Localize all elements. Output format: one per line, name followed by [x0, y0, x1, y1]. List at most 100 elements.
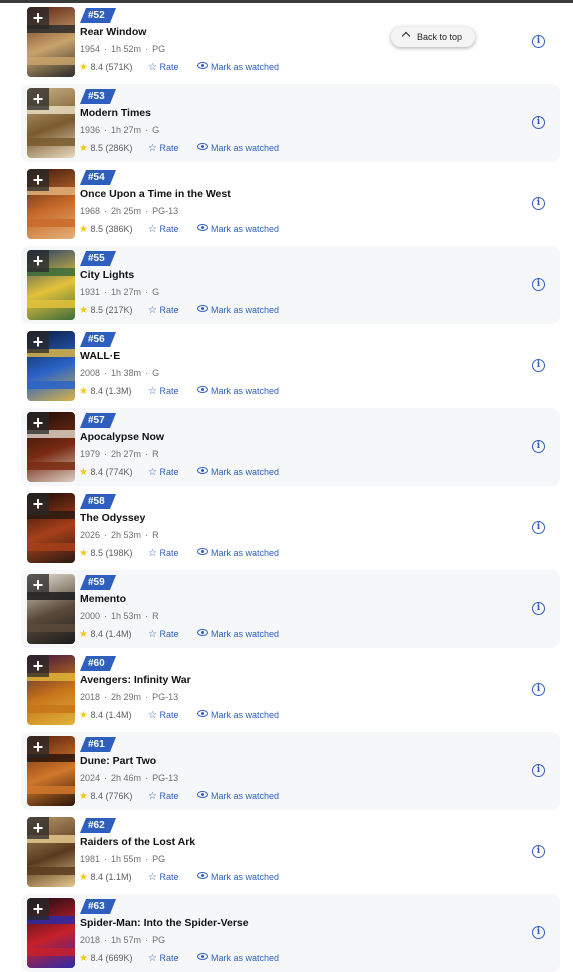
- movie-poster[interactable]: +: [27, 655, 75, 725]
- list-item[interactable]: + #59 Memento 2000 · 1h 53m · R ★ 8.4 (1.4M) ☆ Ra…: [21, 570, 560, 648]
- rate-button[interactable]: ☆ Rate: [148, 143, 179, 154]
- add-to-watchlist-icon[interactable]: +: [27, 169, 49, 191]
- movie-poster[interactable]: +: [27, 412, 75, 482]
- movie-title[interactable]: Once Upon a Time in the West: [80, 188, 231, 200]
- mark-as-watched-button[interactable]: Mark as watched: [197, 872, 279, 882]
- movie-title[interactable]: Avengers: Infinity War: [80, 674, 191, 686]
- info-icon[interactable]: i: [532, 521, 545, 534]
- rate-button[interactable]: ☆ Rate: [148, 629, 179, 640]
- rate-button[interactable]: ☆ Rate: [148, 386, 179, 397]
- rank-badge: #60: [80, 656, 116, 671]
- rate-button[interactable]: ☆ Rate: [148, 467, 179, 478]
- movie-poster[interactable]: +: [27, 7, 75, 77]
- info-icon[interactable]: i: [532, 683, 545, 696]
- separator: ·: [145, 368, 149, 378]
- movie-poster[interactable]: +: [27, 898, 75, 968]
- rate-button[interactable]: ☆ Rate: [148, 224, 179, 235]
- movie-title[interactable]: Spider-Man: Into the Spider-Verse: [80, 917, 249, 929]
- mark-as-watched-button[interactable]: Mark as watched: [197, 224, 279, 234]
- mark-as-watched-button[interactable]: Mark as watched: [197, 467, 279, 477]
- rate-button[interactable]: ☆ Rate: [148, 710, 179, 721]
- movie-title[interactable]: Apocalypse Now: [80, 431, 164, 443]
- add-to-watchlist-icon[interactable]: +: [27, 493, 49, 515]
- list-item[interactable]: + #52 Rear Window 1954 · 1h 52m · PG ★ 8.4 (571K…: [21, 3, 560, 81]
- list-item[interactable]: + #58 The Odyssey 2026 · 2h 53m · R ★ 8.5 (198K)…: [21, 489, 560, 567]
- add-to-watchlist-icon[interactable]: +: [27, 736, 49, 758]
- movie-title[interactable]: Raiders of the Lost Ark: [80, 836, 195, 848]
- mark-as-watched-button[interactable]: Mark as watched: [197, 143, 279, 153]
- movie-certificate: PG-13: [152, 692, 179, 702]
- movie-title[interactable]: Memento: [80, 593, 126, 605]
- rate-button[interactable]: ☆ Rate: [148, 62, 179, 73]
- mark-as-watched-button[interactable]: Mark as watched: [197, 305, 279, 315]
- info-icon[interactable]: i: [532, 926, 545, 939]
- rate-button[interactable]: ☆ Rate: [148, 548, 179, 559]
- list-item[interactable]: + #55 City Lights 1931 · 1h 27m · G ★ 8.5 (217K)…: [21, 246, 560, 324]
- separator: ·: [104, 449, 108, 459]
- add-to-watchlist-icon[interactable]: +: [27, 88, 49, 110]
- add-to-watchlist-icon[interactable]: +: [27, 412, 49, 434]
- star-icon: ★: [79, 710, 88, 721]
- add-to-watchlist-icon[interactable]: +: [27, 331, 49, 353]
- info-icon[interactable]: i: [532, 602, 545, 615]
- movie-poster[interactable]: +: [27, 331, 75, 401]
- info-icon[interactable]: i: [532, 359, 545, 372]
- movie-meta: 1954 · 1h 52m · PG: [80, 44, 165, 54]
- movie-poster[interactable]: +: [27, 574, 75, 644]
- rank-badge: #58: [80, 494, 116, 509]
- list-item[interactable]: + #57 Apocalypse Now 1979 · 2h 27m · R ★ 8.4 (77…: [21, 408, 560, 486]
- mark-as-watched-button[interactable]: Mark as watched: [197, 791, 279, 801]
- rate-button[interactable]: ☆ Rate: [148, 872, 179, 883]
- movie-certificate: G: [152, 125, 160, 135]
- list-item[interactable]: + #61 Dune: Part Two 2024 · 2h 46m · PG-13 ★ 8.4…: [21, 732, 560, 810]
- add-to-watchlist-icon[interactable]: +: [27, 817, 49, 839]
- separator: ·: [104, 854, 108, 864]
- list-item[interactable]: + #56 WALL·E 2008 · 1h 38m · G ★ 8.4 (1.3M) ☆ Rat…: [21, 327, 560, 405]
- movie-poster[interactable]: +: [27, 250, 75, 320]
- rate-button[interactable]: ☆ Rate: [148, 791, 179, 802]
- info-icon[interactable]: i: [532, 845, 545, 858]
- movie-year: 2026: [80, 530, 101, 540]
- movie-poster[interactable]: +: [27, 169, 75, 239]
- list-item[interactable]: + #53 Modern Times 1936 · 1h 27m · G ★ 8.5 (286K…: [21, 84, 560, 162]
- info-icon[interactable]: i: [532, 116, 545, 129]
- back-to-top-button[interactable]: Back to top: [391, 27, 475, 47]
- info-icon[interactable]: i: [532, 440, 545, 453]
- movie-title[interactable]: WALL·E: [80, 350, 120, 362]
- rate-button[interactable]: ☆ Rate: [148, 305, 179, 316]
- movie-actions: ★ 8.4 (774K) ☆ Rate Mark as watched: [79, 467, 279, 478]
- list-item[interactable]: + #60 Avengers: Infinity War 2018 · 2h 29m · PG…: [21, 651, 560, 729]
- rate-label: Rate: [159, 791, 179, 801]
- movie-title[interactable]: City Lights: [80, 269, 134, 281]
- imdb-rating: 8.4 (1.3M): [90, 386, 132, 396]
- movie-poster[interactable]: +: [27, 817, 75, 887]
- mark-watched-label: Mark as watched: [211, 224, 280, 234]
- list-item[interactable]: + #62 Raiders of the Lost Ark 1981 · 1h 55m · P…: [21, 813, 560, 891]
- info-icon[interactable]: i: [532, 35, 545, 48]
- imdb-rating: 8.4 (776K): [90, 791, 133, 801]
- movie-runtime: 1h 27m: [111, 287, 142, 297]
- list-item[interactable]: + #54 Once Upon a Time in the West 1968 · 2h …: [21, 165, 560, 243]
- info-icon[interactable]: i: [532, 278, 545, 291]
- info-icon[interactable]: i: [532, 197, 545, 210]
- movie-title[interactable]: Modern Times: [80, 107, 151, 119]
- info-icon[interactable]: i: [532, 764, 545, 777]
- movie-title[interactable]: The Odyssey: [80, 512, 145, 524]
- movie-title[interactable]: Dune: Part Two: [80, 755, 156, 767]
- add-to-watchlist-icon[interactable]: +: [27, 574, 49, 596]
- separator: ·: [104, 125, 108, 135]
- mark-as-watched-button[interactable]: Mark as watched: [197, 629, 279, 639]
- add-to-watchlist-icon[interactable]: +: [27, 655, 49, 677]
- movie-poster[interactable]: +: [27, 493, 75, 563]
- mark-as-watched-button[interactable]: Mark as watched: [197, 710, 279, 720]
- add-to-watchlist-icon[interactable]: +: [27, 898, 49, 920]
- mark-as-watched-button[interactable]: Mark as watched: [197, 62, 279, 72]
- mark-as-watched-button[interactable]: Mark as watched: [197, 386, 279, 396]
- movie-poster[interactable]: +: [27, 736, 75, 806]
- add-to-watchlist-icon[interactable]: +: [27, 7, 49, 29]
- mark-as-watched-button[interactable]: Mark as watched: [197, 548, 279, 558]
- movie-title[interactable]: Rear Window: [80, 26, 146, 38]
- list-item[interactable]: + #63 Spider-Man: Into the Spider-Verse 201…: [21, 894, 560, 972]
- add-to-watchlist-icon[interactable]: +: [27, 250, 49, 272]
- movie-poster[interactable]: +: [27, 88, 75, 158]
